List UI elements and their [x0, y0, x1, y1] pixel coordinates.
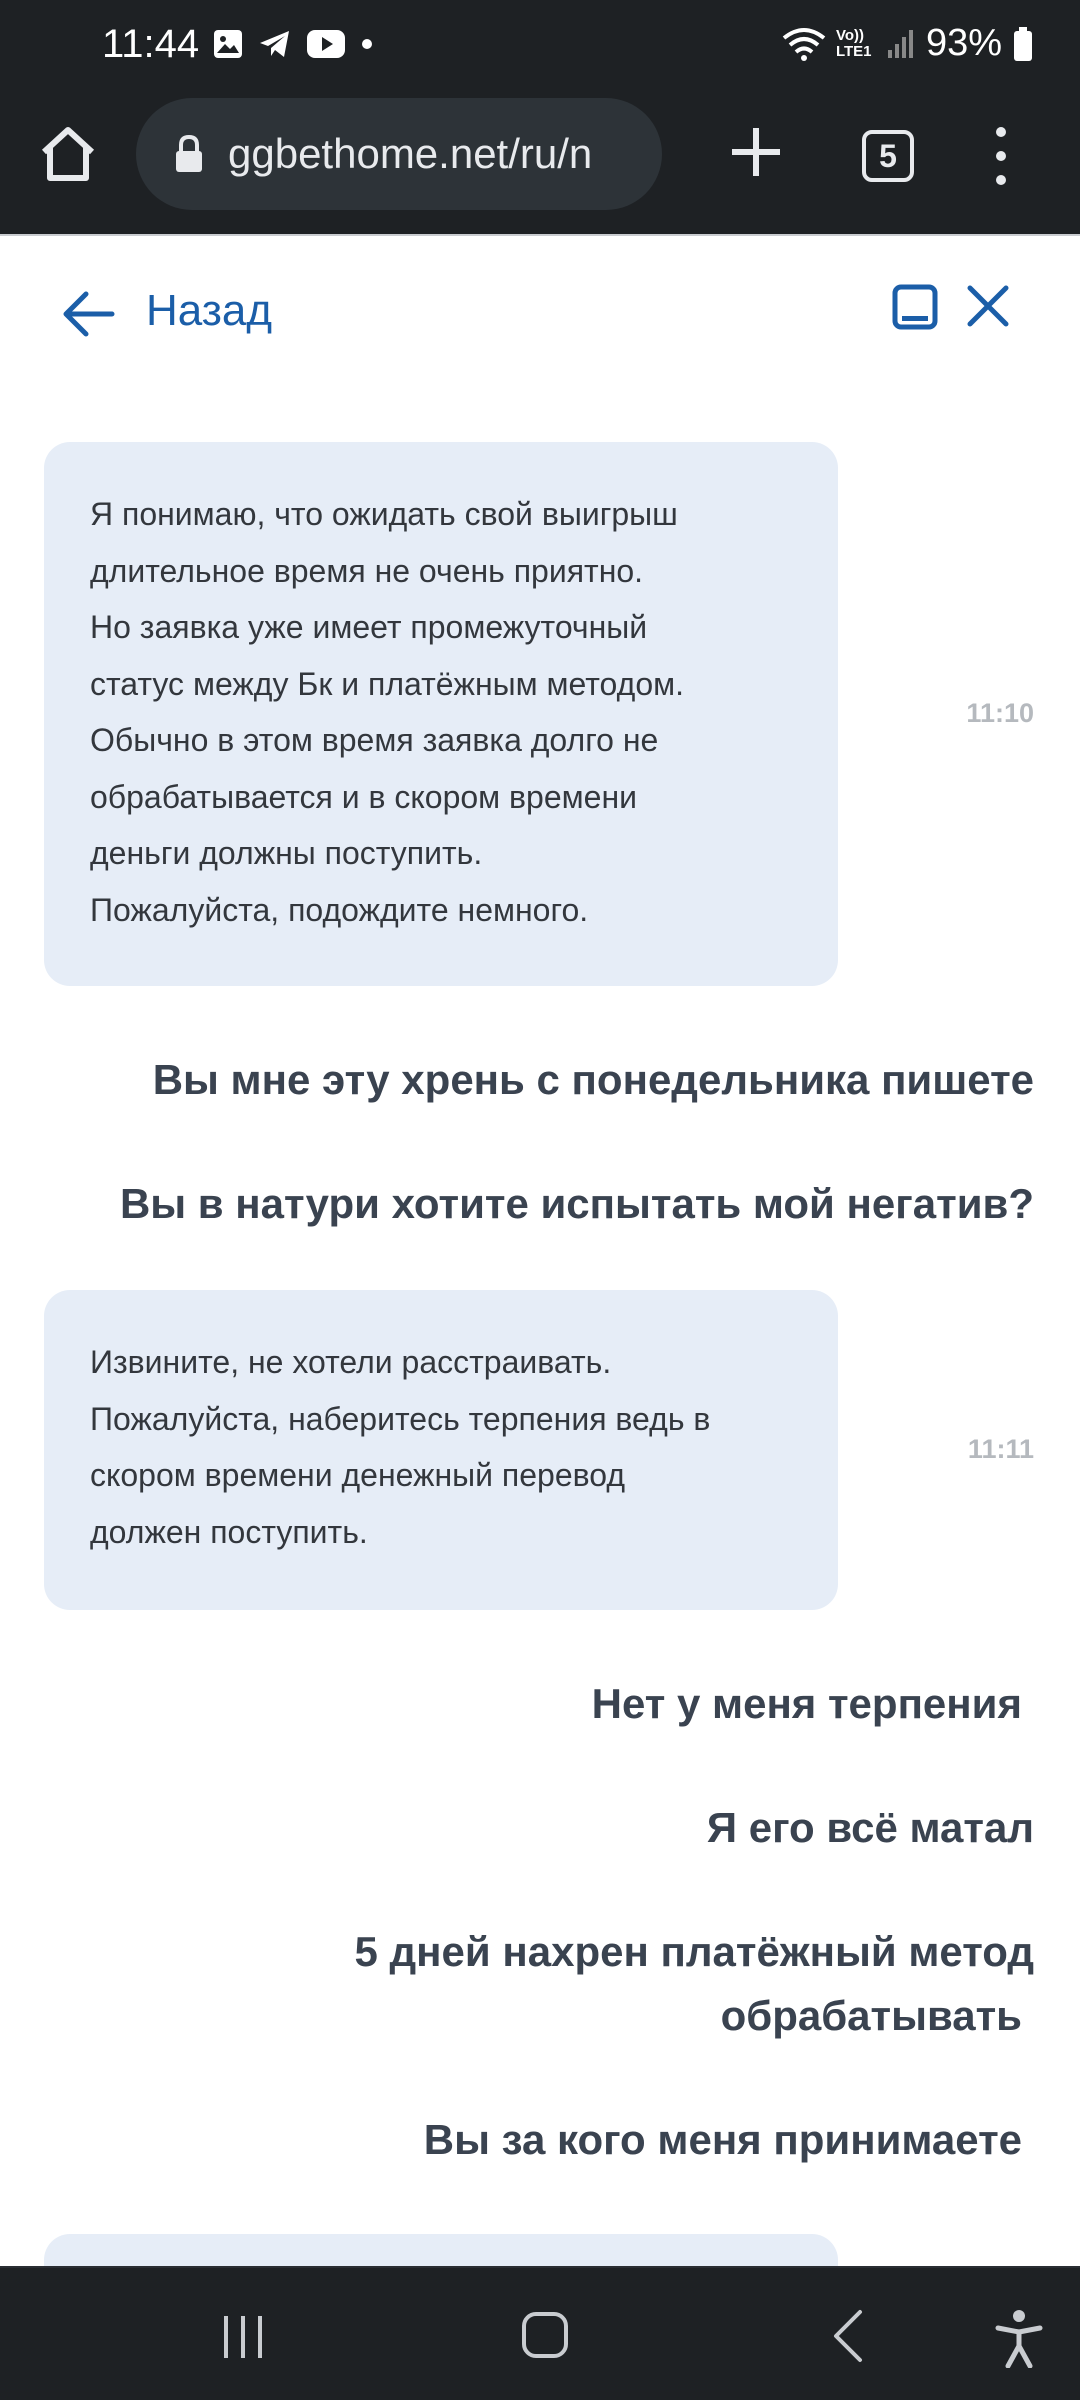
gallery-icon — [214, 30, 242, 58]
message-line: Я понимаю, что ожидать свой выигрыш — [90, 496, 678, 532]
telegram-icon — [260, 31, 289, 57]
battery-icon — [1014, 26, 1032, 61]
home-icon[interactable] — [36, 122, 100, 186]
signal-icon — [887, 29, 913, 58]
url-text: ggbethome.net/ru/n — [228, 130, 593, 177]
message-line: деньги должны поступить. — [90, 835, 483, 871]
notification-icons — [212, 28, 374, 60]
more-menu-icon[interactable] — [986, 124, 1016, 188]
message-line: Но заявка уже имеет промежуточный — [90, 609, 648, 645]
user-message: 5 дней нахрен платёжный метод обрабатыва… — [354, 1920, 1034, 2048]
user-message-line: обрабатывать — [720, 1992, 1022, 2039]
message-line: Пожалуйста, наберитесь терпения ведь в — [90, 1400, 711, 1437]
message-line: Извините, не хотели расстраивать. — [90, 1344, 612, 1380]
address-bar[interactable]: ggbethome.net/ru/n — [136, 98, 662, 210]
back-button[interactable]: Назад — [146, 286, 272, 336]
message-line: должен поступить. — [90, 1513, 368, 1550]
minimize-icon[interactable] — [892, 284, 938, 330]
new-tab-icon[interactable] — [726, 122, 786, 182]
user-message: Вы в натури хотите испытать мой негатив? — [119, 1180, 1034, 1227]
tab-count: 5 — [879, 137, 897, 174]
network-type-label: Vo)) LTE1 — [835, 26, 872, 60]
message-time: 11:11 — [967, 1434, 1034, 1464]
accessibility-icon[interactable] — [994, 2308, 1044, 2368]
message-line: Обычно в этом время заявка долго не — [90, 722, 659, 758]
message-line: статус между Бк и платёжным методом. — [90, 665, 684, 702]
support-message: Я понимаю, что ожидать свой выигрыш длит… — [44, 442, 838, 986]
home-nav-icon[interactable] — [520, 2310, 570, 2360]
support-message: Извините, не хотели расстраивать. Пожалу… — [44, 1290, 838, 1610]
system-navigation-bar — [0, 2266, 1080, 2400]
notification-dot-icon — [362, 39, 372, 49]
message-time: 11:10 — [966, 698, 1034, 728]
support-message-partial — [44, 2234, 838, 2266]
message-line: обрабатывается и в скором времени — [90, 778, 637, 815]
wifi-icon — [782, 27, 826, 61]
back-nav-icon[interactable] — [828, 2308, 868, 2364]
message-line: Пожалуйста, подождите немного. — [90, 891, 589, 928]
youtube-icon — [307, 30, 345, 58]
user-message: Вы мне эту хрень с понедельника пишете — [152, 1056, 1034, 1103]
battery-percent: 93% — [925, 22, 1002, 64]
chat-header: Назад — [0, 236, 1080, 386]
browser-toolbar: ggbethome.net/ru/n 5 — [0, 92, 1080, 236]
message-line: длительное время не очень приятно. — [90, 552, 644, 589]
status-bar: 11:44 Vo)) LTE1 93% — [0, 0, 1080, 92]
status-time: 11:44 — [102, 22, 200, 66]
user-message: Я его всё матал — [706, 1804, 1034, 1851]
user-message: Нет у меня терпения — [591, 1680, 1022, 1727]
recent-apps-icon[interactable] — [218, 2312, 268, 2362]
close-icon[interactable] — [966, 284, 1010, 328]
user-message-line: 5 дней нахрен платёжный метод — [354, 1928, 1034, 1975]
chat-messages: Я понимаю, что ожидать свой выигрыш длит… — [0, 386, 1080, 2266]
back-arrow-icon[interactable] — [60, 286, 116, 342]
tab-switcher-button[interactable]: 5 — [862, 130, 914, 182]
user-message: Вы за кого меня принимаете — [423, 2116, 1022, 2163]
message-line: скором времени денежный перевод — [90, 1457, 626, 1493]
lock-icon — [176, 134, 202, 172]
